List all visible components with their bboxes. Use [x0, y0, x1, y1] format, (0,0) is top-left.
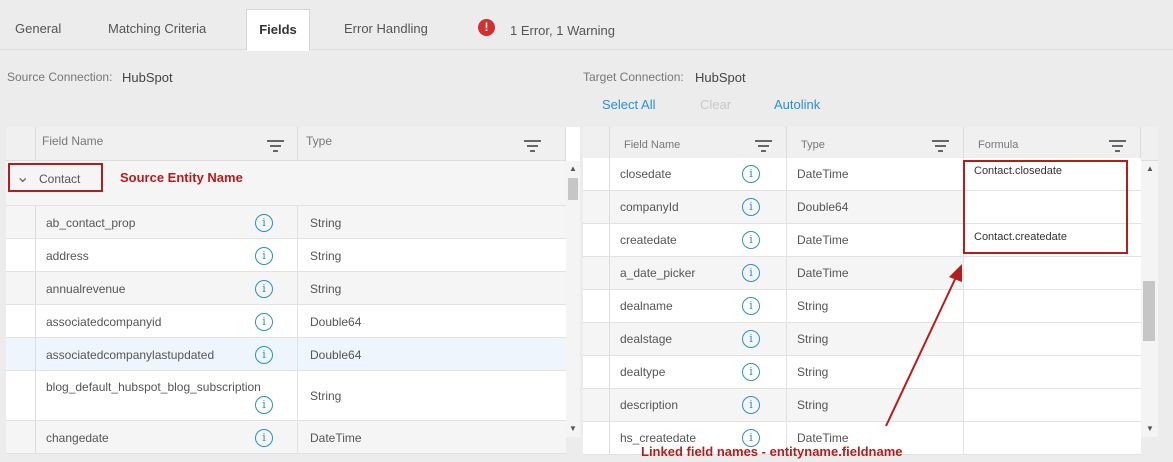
linked-fields-annotation: Linked field names - entityname.fieldnam… — [641, 444, 903, 459]
annotation-arrow — [885, 264, 962, 427]
